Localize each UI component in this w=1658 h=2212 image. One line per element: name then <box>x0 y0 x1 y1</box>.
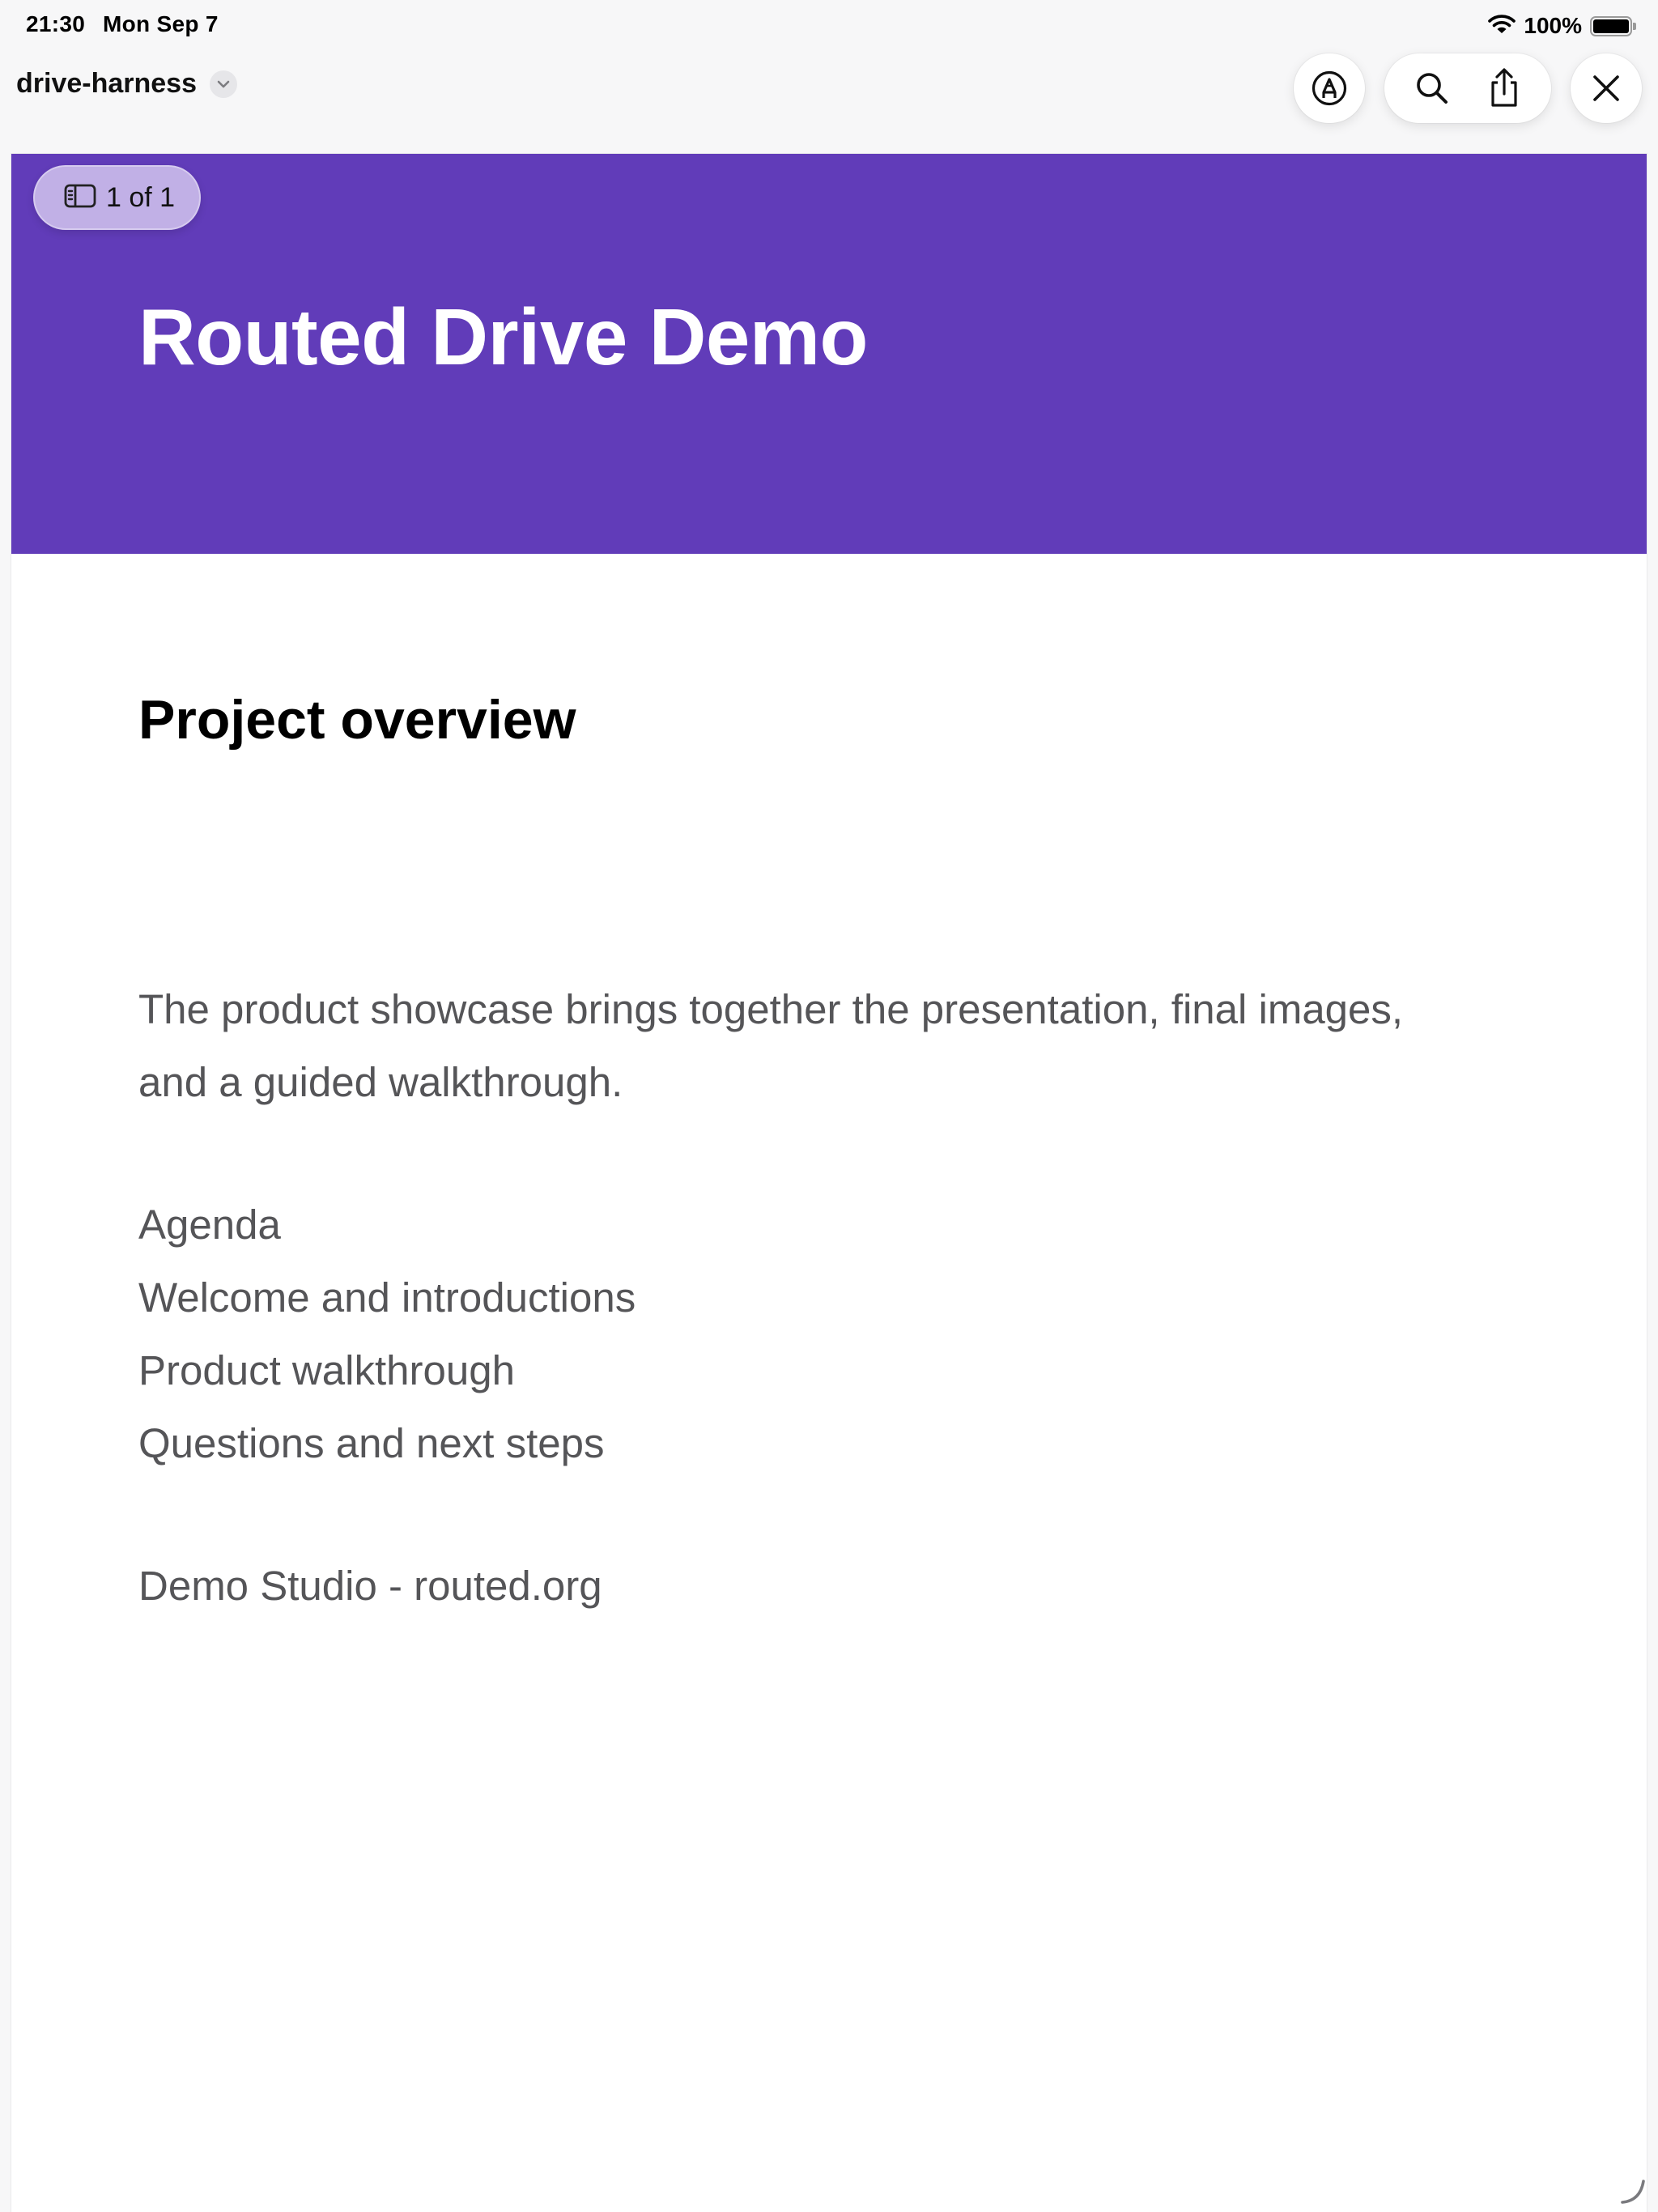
chevron-down-icon[interactable] <box>210 70 237 98</box>
status-bar: 21:30 Mon Sep 7 100% <box>0 0 1658 52</box>
battery-icon <box>1590 15 1636 36</box>
agenda-item: Questions and next steps <box>138 1420 605 1466</box>
page-indicator-label: 1 of 1 <box>106 181 176 213</box>
agenda-heading: Agenda <box>138 1202 281 1248</box>
agenda-item: Product walkthrough <box>138 1347 515 1393</box>
wifi-icon <box>1488 14 1516 39</box>
close-icon <box>1580 62 1632 114</box>
page-indicator-button[interactable]: 1 of 1 <box>33 165 201 230</box>
document-title: Routed Drive Demo <box>138 292 868 381</box>
agenda-item: Welcome and introductions <box>138 1274 636 1321</box>
search-icon[interactable] <box>1406 62 1458 114</box>
status-date: Mon Sep 7 <box>103 11 219 36</box>
share-icon[interactable] <box>1478 62 1530 114</box>
toolbar-actions-group <box>1384 53 1551 123</box>
document-page[interactable]: Routed Drive Demo 1 of 1 Project overvie… <box>11 154 1647 2212</box>
status-time: 21:30 <box>26 11 86 36</box>
overview-line-2: and a guided walkthrough. <box>138 1059 623 1105</box>
overview-line-1: The product showcase brings together the… <box>138 986 1404 1032</box>
document-header-banner: Routed Drive Demo <box>11 154 1647 554</box>
battery-percentage: 100% <box>1524 13 1582 38</box>
markup-button[interactable] <box>1294 53 1365 123</box>
battery-level <box>1593 19 1629 33</box>
close-button[interactable] <box>1571 53 1642 123</box>
document-title-menu[interactable]: drive-harness <box>16 68 237 100</box>
document-footer: Demo Studio - routed.org <box>138 1563 602 1609</box>
status-indicators: 100% <box>1488 10 1636 42</box>
resize-handle-icon[interactable] <box>1619 2178 1647 2210</box>
nav-title[interactable]: drive-harness <box>16 68 197 100</box>
section-heading: Project overview <box>138 689 576 751</box>
markup-pen-icon <box>1303 62 1355 114</box>
overview-paragraph: The product showcase brings together the… <box>138 973 1531 1119</box>
sidebar-icon <box>64 183 96 213</box>
agenda-list: Agenda Welcome and introductions Product… <box>138 1189 636 1480</box>
